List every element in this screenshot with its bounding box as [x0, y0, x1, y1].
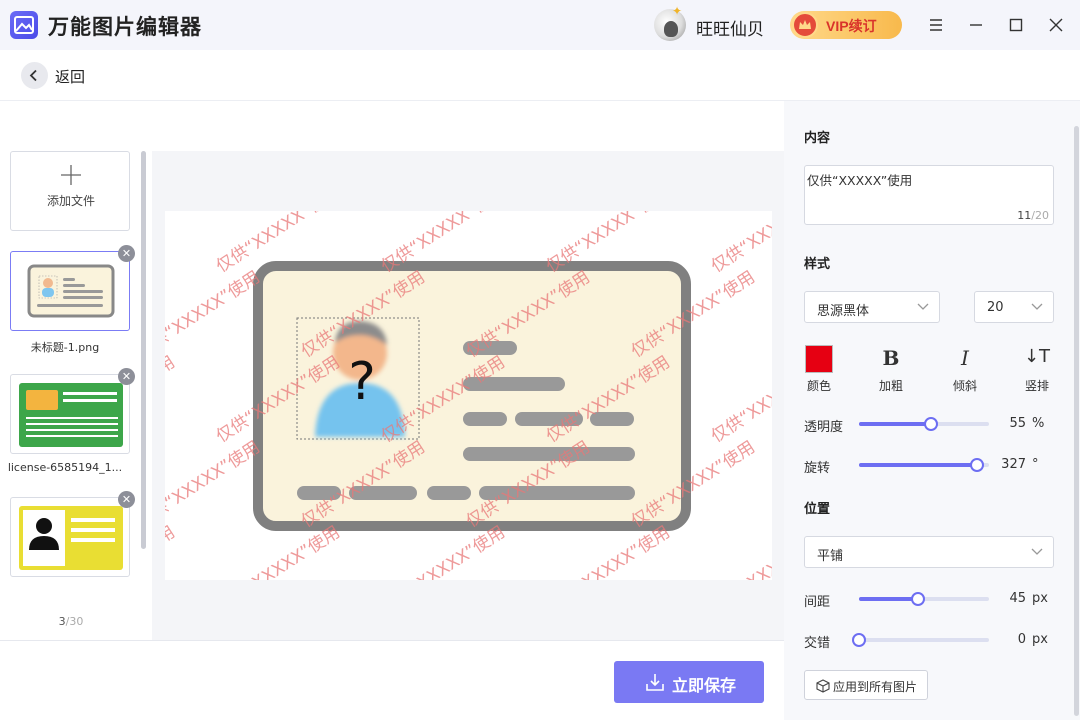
layout-mode-value: 平铺: [817, 549, 844, 564]
bottom-bar: 立即保存: [0, 640, 784, 720]
watermark-text-value: 仅供“XXXXX”使用: [807, 173, 913, 188]
opacity-slider[interactable]: [859, 417, 989, 431]
app-logo-icon: [10, 11, 38, 39]
content-section-title: 内容: [804, 131, 831, 146]
vertical-text-tool[interactable]: ↓T 竖排: [1012, 345, 1062, 395]
position-section-title: 位置: [804, 502, 831, 517]
rotation-value: 327: [1001, 457, 1026, 472]
chevron-down-icon: [917, 303, 929, 310]
cube-icon: [816, 679, 830, 693]
file-thumb-2[interactable]: [10, 374, 130, 454]
file-thumb-3[interactable]: [10, 497, 130, 577]
color-tool-label: 颜色: [806, 379, 831, 393]
color-swatch[interactable]: [805, 345, 833, 373]
bold-tool-label: 加粗: [878, 379, 903, 393]
italic-tool-label: 倾斜: [952, 379, 977, 393]
font-family-select[interactable]: 思源黑体: [804, 291, 940, 323]
stagger-slider-thumb[interactable]: [852, 633, 866, 647]
stagger-label: 交错: [804, 636, 831, 651]
save-now-label: 立即保存: [672, 678, 737, 695]
italic-icon: I: [961, 346, 969, 370]
chevron-down-icon: [1031, 303, 1043, 310]
file-count: 3/30: [0, 615, 142, 628]
opacity-slider-thumb[interactable]: [923, 417, 938, 431]
spacing-slider-fill: [859, 597, 918, 601]
watermark-text-input[interactable]: 仅供“XXXXX”使用 11/20: [804, 165, 1054, 225]
stagger-slider[interactable]: [852, 633, 989, 647]
id-card-illustration: ?: [253, 261, 691, 531]
rotation-unit: °: [1032, 457, 1039, 472]
remove-file-2-icon[interactable]: ✕: [118, 368, 135, 385]
back-label[interactable]: 返回: [55, 66, 85, 87]
vertical-text-tool-label: 竖排: [1024, 379, 1049, 393]
font-family-value: 思源黑体: [817, 304, 870, 319]
close-icon[interactable]: [1046, 15, 1066, 35]
green-license-thumbnail: [19, 383, 123, 447]
vip-renew-button[interactable]: VIP续订: [790, 11, 902, 39]
preview-image[interactable]: ? 仅供“XXXXX”使用 仅供“XXXXX”使用 仅供“XXXXX”使用 仅供“XX…: [165, 211, 772, 580]
svg-text:?: ?: [348, 352, 376, 412]
opacity-slider-fill: [859, 422, 931, 426]
settings-panel: 内容 仅供“XXXXX”使用 11/20 样式 思源黑体 20 颜色 B 加粗 …: [784, 101, 1080, 720]
app-title: 万能图片编辑器: [48, 15, 202, 39]
char-count-max: /20: [1031, 209, 1049, 222]
canvas-area: ? 仅供“XXXXX”使用 仅供“XXXXX”使用 仅供“XXXXX”使用 仅供“XX…: [152, 151, 784, 640]
vip-renew-label: VIP续订: [826, 18, 877, 34]
opacity-unit: %: [1032, 416, 1045, 431]
back-bar: 返回: [0, 50, 1080, 101]
bold-icon: B: [882, 346, 900, 370]
char-count-value: 11: [1017, 209, 1032, 222]
remove-file-3-icon[interactable]: ✕: [118, 491, 135, 508]
yellow-id-thumbnail: [19, 506, 123, 570]
layout-mode-select[interactable]: 平铺: [804, 536, 1054, 568]
title-bar: 万能图片编辑器 ✦ 旺旺仙贝 VIP续订: [0, 0, 1080, 50]
spacing-label: 间距: [804, 595, 831, 610]
opacity-label: 透明度: [804, 420, 844, 435]
apply-to-all-label: 应用到所有图片: [833, 680, 918, 694]
rotation-label: 旋转: [804, 461, 831, 476]
remove-file-1-icon[interactable]: ✕: [118, 245, 135, 262]
save-now-button[interactable]: 立即保存: [614, 661, 764, 703]
rotation-slider-thumb[interactable]: [970, 458, 985, 472]
menu-icon[interactable]: [926, 15, 946, 35]
file-list-scrollbar[interactable]: [141, 151, 146, 549]
username[interactable]: 旺旺仙贝: [696, 15, 764, 40]
file-name-2: license-6585194_1...: [7, 461, 123, 474]
rotation-slider-fill: [859, 463, 978, 467]
spacing-slider-thumb[interactable]: [910, 592, 925, 606]
chevron-down-icon: [1031, 548, 1043, 555]
style-section-title: 样式: [804, 257, 831, 272]
rotation-slider[interactable]: [859, 458, 989, 472]
file-panel: 添加文件 ✕ 未标题-1.png ✕ license-6585194_1... …: [0, 101, 152, 640]
file-name-1: 未标题-1.png: [30, 341, 100, 354]
italic-tool[interactable]: I 倾斜: [940, 345, 990, 395]
apply-to-all-button[interactable]: 应用到所有图片: [804, 670, 928, 700]
bold-tool[interactable]: B 加粗: [866, 345, 916, 395]
add-file-button[interactable]: 添加文件: [10, 151, 130, 231]
id-card-thumbnail: [27, 264, 115, 318]
maximize-icon[interactable]: [1006, 15, 1026, 35]
vertical-text-icon: ↓T: [1023, 346, 1051, 367]
font-size-value: 20: [987, 300, 1004, 315]
crown-icon: [792, 12, 818, 38]
download-icon: [646, 674, 664, 691]
minimize-icon[interactable]: [966, 15, 986, 35]
back-button[interactable]: [21, 62, 48, 89]
spacing-value: 45: [1009, 591, 1026, 606]
opacity-value: 55: [1009, 416, 1026, 431]
color-tool[interactable]: 颜色: [794, 345, 844, 395]
stagger-unit: px: [1032, 632, 1048, 647]
spacing-slider[interactable]: [859, 592, 989, 606]
file-count-value: 3: [58, 615, 66, 628]
file-thumb-1[interactable]: [10, 251, 130, 331]
font-size-select[interactable]: 20: [974, 291, 1054, 323]
stagger-value: 0: [1017, 632, 1026, 647]
file-count-max: /30: [65, 615, 84, 628]
settings-scrollbar[interactable]: [1074, 126, 1079, 716]
spacing-unit: px: [1032, 591, 1048, 606]
char-count: 11/20: [1017, 209, 1049, 222]
plus-icon: [61, 165, 81, 185]
add-file-label: 添加文件: [46, 194, 95, 208]
sparkle-icon: ✦: [672, 4, 683, 18]
